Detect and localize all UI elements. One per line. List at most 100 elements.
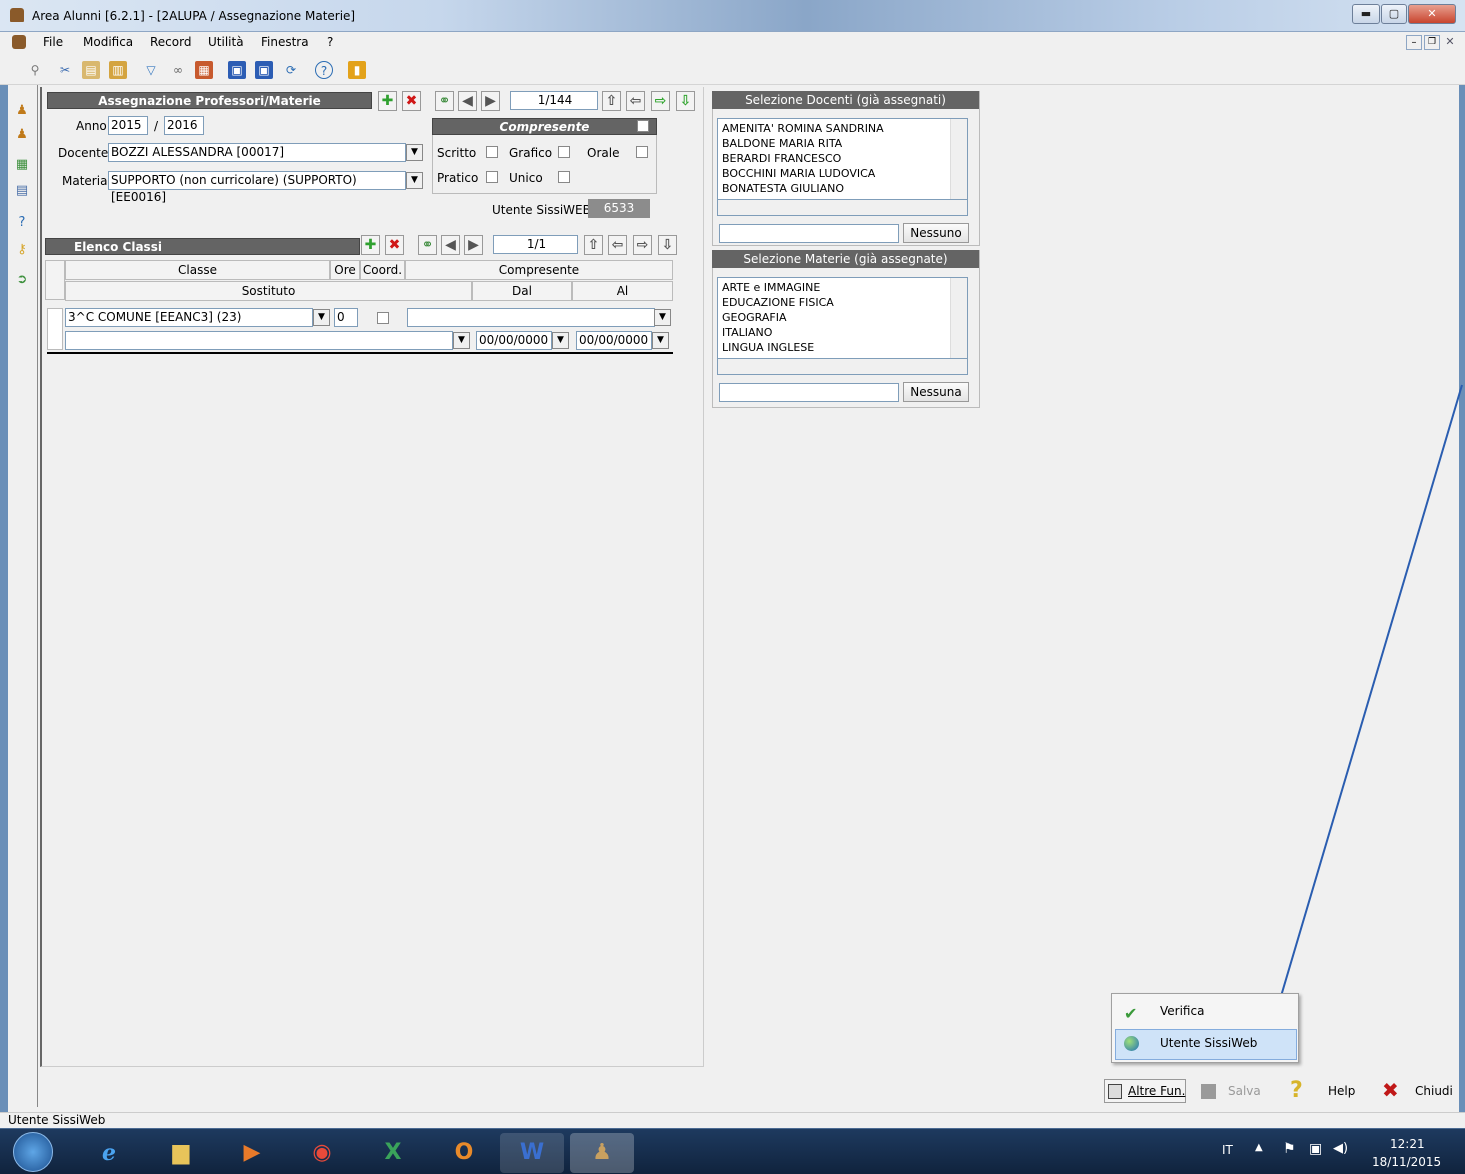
nessuno-button[interactable]: Nessuno [903, 223, 969, 243]
docente-dropdown-icon[interactable]: ▼ [406, 144, 423, 161]
network-icon[interactable]: ▣ [1309, 1141, 1322, 1157]
word-icon[interactable]: W [500, 1133, 564, 1173]
calendar-icon[interactable]: ▤ [12, 181, 32, 201]
find-next-icon[interactable]: ▶ [481, 91, 500, 111]
next-record-button[interactable]: ⇨ [651, 91, 670, 111]
mdi-minimize-button[interactable]: – [1406, 35, 1422, 50]
exit-icon[interactable]: ▮ [348, 61, 366, 79]
materie-item[interactable]: ARTE e IMMAGINE [718, 280, 967, 295]
dal-dropdown-icon[interactable]: ▼ [552, 332, 569, 349]
chiudi-button[interactable]: Chiudi [1415, 1078, 1453, 1104]
help-icon[interactable]: ? [12, 213, 32, 233]
materie-item[interactable]: GEOGRAFIA [718, 310, 967, 325]
menu-help[interactable]: ? [327, 35, 333, 49]
start-button[interactable] [13, 1132, 53, 1172]
volume-icon[interactable]: ◀) [1333, 1141, 1348, 1156]
docenti-item[interactable]: AMENITA' ROMINA SANDRINA [718, 121, 967, 136]
prev-classe-button[interactable]: ⇦ [608, 235, 627, 255]
materie-vscroll[interactable] [950, 278, 967, 358]
verifica-item[interactable]: Verifica [1160, 1004, 1204, 1018]
media-player-icon[interactable]: ▶ [220, 1133, 284, 1173]
nessuna-button[interactable]: Nessuna [903, 382, 969, 402]
unico-checkbox[interactable] [558, 171, 570, 183]
clock-date[interactable]: 18/11/2015 [1372, 1155, 1441, 1169]
compresente-checkbox[interactable] [637, 120, 649, 132]
docenti-vscroll[interactable] [950, 119, 967, 199]
user-icon[interactable]: ♟ [12, 101, 32, 121]
next-classe-button[interactable]: ⇨ [633, 235, 652, 255]
exit-door-icon[interactable]: ➲ [12, 270, 32, 290]
add-classe-button[interactable]: ✚ [361, 235, 380, 255]
docenti-item[interactable]: BOCCHINI MARIA LUDOVICA [718, 166, 967, 181]
delete-record-button[interactable]: ✖ [402, 91, 421, 111]
find-prev-icon[interactable]: ◀ [458, 91, 477, 111]
menu-finestra[interactable]: Finestra [261, 35, 309, 49]
docenti-item[interactable]: BERARDI FRANCESCO [718, 151, 967, 166]
orale-checkbox[interactable] [636, 146, 648, 158]
anno-to-field[interactable]: 2016 [164, 116, 204, 135]
key-icon[interactable]: ⚷ [12, 240, 32, 260]
ore-field[interactable]: 0 [334, 308, 358, 327]
close-window-button[interactable]: ✕ [1408, 4, 1456, 24]
compresente-dropdown-icon[interactable]: ▼ [654, 309, 671, 326]
table-icon[interactable]: ▦ [12, 155, 32, 175]
docente-select[interactable]: BOZZI ALESSANDRA [00017] [108, 143, 406, 162]
pratico-checkbox[interactable] [486, 171, 498, 183]
anno-from-field[interactable]: 2015 [108, 116, 148, 135]
menu-record[interactable]: Record [150, 35, 191, 49]
save-all-icon[interactable]: ▣ [255, 61, 273, 79]
cut-icon[interactable]: ✂ [56, 61, 74, 79]
language-indicator[interactable]: IT [1222, 1143, 1233, 1157]
save-icon[interactable]: ▣ [228, 61, 246, 79]
docenti-list[interactable]: AMENITA' ROMINA SANDRINA BALDONE MARIA R… [717, 118, 968, 200]
copy-icon[interactable]: ▤ [82, 61, 100, 79]
zoom-icon[interactable]: ⚲ [26, 61, 44, 79]
explorer-icon[interactable]: ▆ [149, 1133, 213, 1173]
help-button[interactable]: Help [1328, 1078, 1355, 1104]
excel-icon[interactable]: X [361, 1133, 425, 1173]
paste-icon[interactable]: ▥ [109, 61, 127, 79]
materia-dropdown-icon[interactable]: ▼ [406, 172, 423, 189]
help-icon[interactable]: ? [315, 61, 333, 79]
scritto-checkbox[interactable] [486, 146, 498, 158]
materie-list[interactable]: ARTE e IMMAGINE EDUCAZIONE FISICA GEOGRA… [717, 277, 968, 359]
grafico-checkbox[interactable] [558, 146, 570, 158]
last-classe-button[interactable]: ⇩ [658, 235, 677, 255]
filter-icon[interactable]: ▽ [142, 61, 160, 79]
docenti-item[interactable]: BONATESTA GIULIANO [718, 181, 967, 196]
compresente-select[interactable] [407, 308, 655, 327]
classe-select[interactable]: 3^C COMUNE [EEANC3] (23) [65, 308, 313, 327]
link-icon[interactable]: ∞ [169, 61, 187, 79]
refresh-icon[interactable]: ⟳ [282, 61, 300, 79]
sostituto-select[interactable] [65, 331, 453, 350]
row-selector[interactable] [47, 308, 63, 350]
materie-item[interactable]: EDUCAZIONE FISICA [718, 295, 967, 310]
first-classe-button[interactable]: ⇧ [584, 235, 603, 255]
materie-item[interactable]: LINGUA INGLESE [718, 340, 967, 355]
menu-file[interactable]: File [43, 35, 63, 49]
menu-utilita[interactable]: Utilità [208, 35, 244, 49]
add-record-button[interactable]: ✚ [378, 91, 397, 111]
al-field[interactable]: 00/00/0000 [576, 331, 652, 350]
area-alunni-icon[interactable]: ♟ [570, 1133, 634, 1173]
dal-field[interactable]: 00/00/0000 [476, 331, 552, 350]
docenti-search-input[interactable] [719, 224, 899, 243]
salva-button[interactable]: Salva [1228, 1078, 1261, 1104]
mdi-close-button[interactable]: ✕ [1442, 35, 1458, 50]
tray-expand-icon[interactable]: ▲ [1255, 1142, 1263, 1153]
chrome-icon[interactable]: ◉ [290, 1133, 354, 1173]
materia-select[interactable]: SUPPORTO (non curricolare) (SUPPORTO) [E… [108, 171, 406, 204]
docenti-hscroll[interactable] [717, 199, 968, 216]
menu-modifica[interactable]: Modifica [83, 35, 133, 49]
classe-dropdown-icon[interactable]: ▼ [313, 309, 330, 326]
find-prev-icon[interactable]: ◀ [441, 235, 460, 255]
binoculars-icon[interactable]: ⚭ [435, 91, 454, 111]
materie-hscroll[interactable] [717, 358, 968, 375]
last-record-button[interactable]: ⇩ [676, 91, 695, 111]
action-center-icon[interactable]: ⚑ [1283, 1141, 1296, 1157]
al-dropdown-icon[interactable]: ▼ [652, 332, 669, 349]
outlook-icon[interactable]: O [432, 1133, 496, 1173]
user-alt-icon[interactable]: ♟ [12, 125, 32, 145]
docenti-item[interactable]: BALDONE MARIA RITA [718, 136, 967, 151]
coord-checkbox[interactable] [377, 312, 389, 324]
